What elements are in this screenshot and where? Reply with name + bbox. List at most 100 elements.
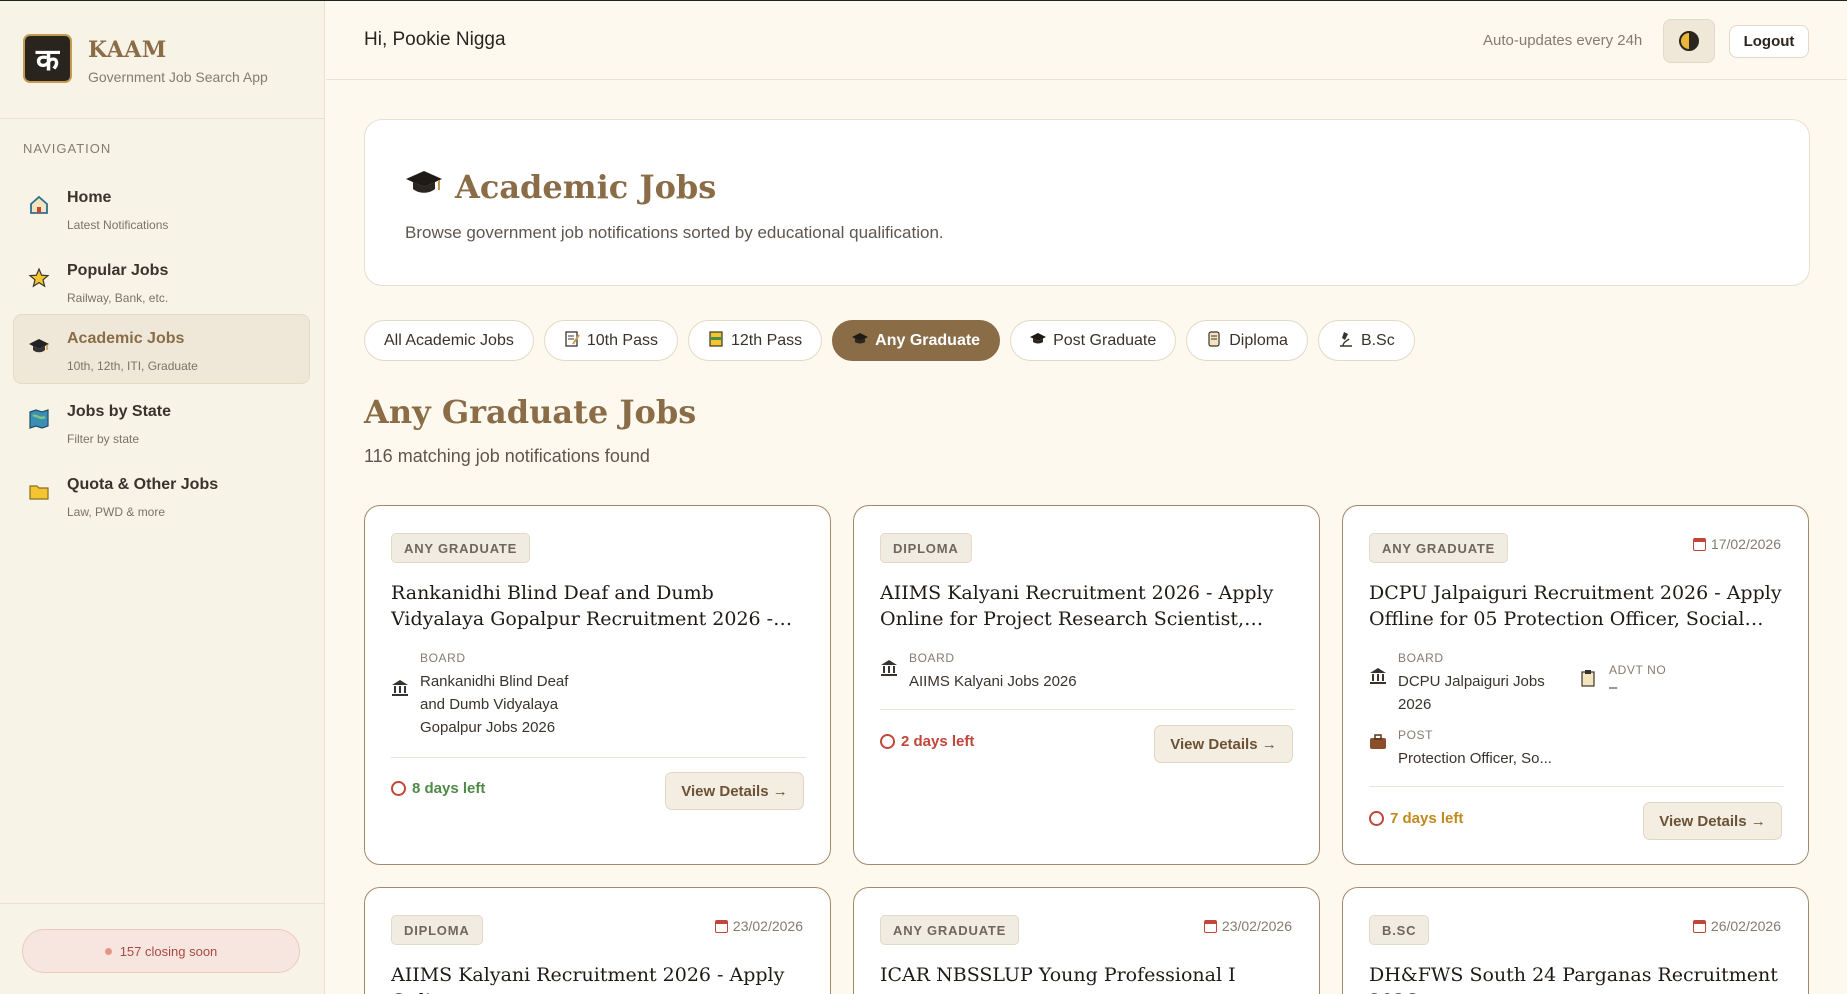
deadline: 2 days left (880, 733, 974, 750)
job-title[interactable]: AIIMS Kalyani Recruitment 2026 - Apply O… (880, 580, 1295, 632)
field-value: DCPU Jalpaiguri Jobs 2026 (1398, 673, 1545, 713)
job-title[interactable]: AIIMS Kalyani Recruitment 2026 - Apply O… (391, 962, 806, 994)
closing-soon-pill[interactable]: 157 closing soon (22, 929, 300, 973)
job-card[interactable]: DIPLOMA 23/02/2026 AIIMS Kalyani Recruit… (364, 887, 831, 994)
greeting: Hi, Pookie Nigga (364, 29, 506, 50)
days-left: 7 days left (1390, 810, 1464, 827)
star-icon (27, 267, 51, 293)
date-text: 26/02/2026 (1710, 918, 1781, 934)
briefcase-icon (1369, 734, 1387, 755)
sidebar-item-label: Home (67, 189, 112, 206)
clipboard-icon (1580, 669, 1596, 692)
posted-date: 17/02/2026 (1692, 536, 1781, 552)
job-card[interactable]: B.SC 26/02/2026 DH&FWS South 24 Parganas… (1342, 887, 1809, 994)
post-field: POST Protection Officer, So... (1369, 728, 1629, 768)
sidebar-item-sub: Latest Notifications (67, 218, 169, 232)
sidebar-item-sub: Railway, Bank, etc. (67, 291, 169, 305)
app-logo[interactable]: क (23, 34, 72, 83)
alarm-clock-icon (1369, 811, 1384, 826)
deadline: 7 days left (1369, 810, 1463, 827)
page-title-row: Academic Jobs (405, 168, 716, 206)
field-value: Protection Officer, So... (1398, 750, 1552, 767)
job-card[interactable]: ANY GRADUATE Rankanidhi Blind Deaf and D… (364, 505, 831, 865)
sidebar: क KAAM Government Job Search App NAVIGAT… (0, 1, 325, 994)
filter-label: Any Graduate (875, 331, 981, 349)
job-title[interactable]: ICAR NBSSLUP Young Professional I (880, 962, 1295, 988)
sidebar-item-label: Quota & Other Jobs (67, 476, 219, 493)
field-label: BOARD (909, 651, 955, 665)
job-card[interactable]: ANY GRADUATE 23/02/2026 ICAR NBSSLUP You… (853, 887, 1320, 994)
date-text: 17/02/2026 (1710, 536, 1781, 552)
app-name: KAAM (88, 37, 167, 63)
page-hero: Academic Jobs Browse government job noti… (364, 119, 1810, 286)
card-divider (880, 709, 1295, 710)
ledger-icon (708, 331, 724, 350)
qualification-badge: ANY GRADUATE (1369, 533, 1509, 563)
filter-10th-pass[interactable]: 10th Pass (543, 320, 678, 361)
job-title[interactable]: Rankanidhi Blind Deaf and Dumb Vidyalaya… (391, 580, 806, 632)
logout-button[interactable]: Logout (1729, 25, 1809, 58)
qualification-badge: ANY GRADUATE (391, 533, 531, 563)
sidebar-item-home[interactable]: Home Latest Notifications (13, 173, 310, 243)
folder-icon (27, 481, 51, 507)
theme-toggle-button[interactable] (1663, 19, 1715, 63)
sidebar-item-sub: Law, PWD & more (67, 505, 166, 519)
board-field: BOARD DCPU Jalpaiguri Jobs 2026 (1369, 651, 1569, 713)
view-details-button[interactable]: View Details → (1643, 802, 1782, 840)
filter-any-graduate[interactable]: Any Graduate (832, 320, 1001, 361)
bank-building-icon (1369, 667, 1387, 690)
theme-icon (1679, 31, 1699, 51)
posted-date: 23/02/2026 (714, 918, 803, 934)
job-card[interactable]: ANY GRADUATE 17/02/2026 DCPU Jalpaiguri … (1342, 505, 1809, 865)
card-divider (1369, 786, 1784, 787)
page-subtitle: Browse government job notifications sort… (405, 223, 944, 242)
graduation-cap-icon (1030, 332, 1047, 349)
card-divider (391, 757, 806, 758)
brand: क KAAM Government Job Search App (0, 1, 324, 119)
qualification-badge: DIPLOMA (880, 533, 972, 563)
filter-all-academic-jobs[interactable]: All Academic Jobs (364, 320, 534, 361)
app-subtitle: Government Job Search App (88, 69, 268, 85)
nav-section-title: NAVIGATION (23, 141, 112, 156)
sidebar-item-academic-jobs[interactable]: Academic Jobs 10th, 12th, ITI, Graduate (13, 314, 310, 384)
view-details-button[interactable]: View Details → (1154, 725, 1293, 763)
sidebar-item-popular-jobs[interactable]: Popular Jobs Railway, Bank, etc. (13, 246, 310, 316)
filter-bsc[interactable]: B.Sc (1317, 320, 1415, 361)
sidebar-item-jobs-by-state[interactable]: Jobs by State Filter by state (13, 387, 310, 457)
sidebar-item-sub: Filter by state (67, 432, 140, 446)
days-left: 8 days left (412, 780, 486, 797)
sidebar-footer: 157 closing soon (0, 903, 325, 994)
job-card[interactable]: DIPLOMA AIIMS Kalyani Recruitment 2026 -… (853, 505, 1320, 865)
microscope-icon (1338, 331, 1354, 350)
view-details-button[interactable]: View Details → (665, 772, 804, 810)
filter-12th-pass[interactable]: 12th Pass (688, 320, 823, 361)
qualification-badge: DIPLOMA (391, 915, 483, 945)
posted-date: 26/02/2026 (1692, 918, 1781, 934)
filter-label: Post Graduate (1053, 331, 1157, 349)
sidebar-item-label: Popular Jobs (67, 262, 169, 279)
status-dot-icon (104, 947, 112, 955)
sidebar-item-quota-other-jobs[interactable]: Quota & Other Jobs Law, PWD & more (13, 460, 310, 530)
graduation-cap-icon (852, 332, 869, 349)
qualification-badge: ANY GRADUATE (880, 915, 1020, 945)
alarm-clock-icon (391, 781, 406, 796)
filter-post-graduate[interactable]: Post Graduate (1010, 320, 1177, 361)
advt-no-field: ADVT NO – (1580, 663, 1700, 703)
job-title[interactable]: DCPU Jalpaiguri Recruitment 2026 - Apply… (1369, 580, 1784, 632)
closing-soon-text: 157 closing soon (119, 943, 218, 959)
deadline: 8 days left (391, 780, 485, 797)
calendar-icon (1692, 919, 1706, 933)
top-header: Hi, Pookie Nigga Auto-updates every 24h … (326, 1, 1847, 80)
posted-date: 23/02/2026 (1203, 918, 1292, 934)
memo-icon (564, 331, 580, 350)
bank-building-icon (880, 659, 898, 682)
job-title[interactable]: DH&FWS South 24 Parganas Recruitment 202… (1369, 962, 1784, 994)
sidebar-item-label: Academic Jobs (67, 330, 185, 347)
field-value: Rankanidhi Blind Deaf and Dumb Vidyalaya… (420, 673, 569, 736)
alarm-clock-icon (880, 734, 895, 749)
section-title: Any Graduate Jobs (364, 393, 697, 431)
filter-diploma[interactable]: Diploma (1186, 320, 1308, 361)
auto-update-note: Auto-updates every 24h (1483, 32, 1643, 49)
calendar-icon (1203, 919, 1217, 933)
home-icon (27, 194, 51, 220)
